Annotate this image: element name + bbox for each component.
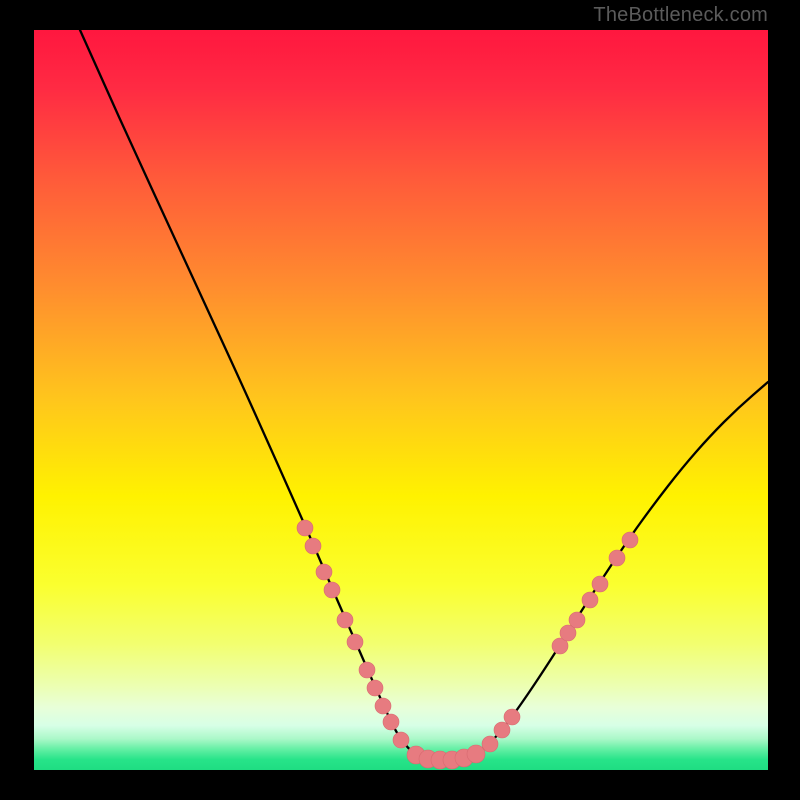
data-point bbox=[297, 520, 313, 536]
data-point bbox=[337, 612, 353, 628]
watermark-text: TheBottleneck.com bbox=[593, 4, 768, 27]
curve-layer bbox=[34, 30, 768, 770]
data-point bbox=[494, 722, 510, 738]
data-point bbox=[592, 576, 608, 592]
data-point bbox=[609, 550, 625, 566]
data-point bbox=[569, 612, 585, 628]
data-point bbox=[316, 564, 332, 580]
data-point bbox=[393, 732, 409, 748]
chart-frame: TheBottleneck.com bbox=[0, 0, 800, 800]
plot-area bbox=[34, 30, 768, 770]
data-point bbox=[375, 698, 391, 714]
data-point bbox=[482, 736, 498, 752]
data-point bbox=[467, 745, 485, 763]
data-point bbox=[383, 714, 399, 730]
data-point bbox=[359, 662, 375, 678]
data-point bbox=[504, 709, 520, 725]
data-point bbox=[347, 634, 363, 650]
data-point bbox=[367, 680, 383, 696]
data-point bbox=[622, 532, 638, 548]
data-point bbox=[582, 592, 598, 608]
data-point bbox=[305, 538, 321, 554]
bottleneck-curve bbox=[80, 30, 768, 761]
data-point bbox=[324, 582, 340, 598]
